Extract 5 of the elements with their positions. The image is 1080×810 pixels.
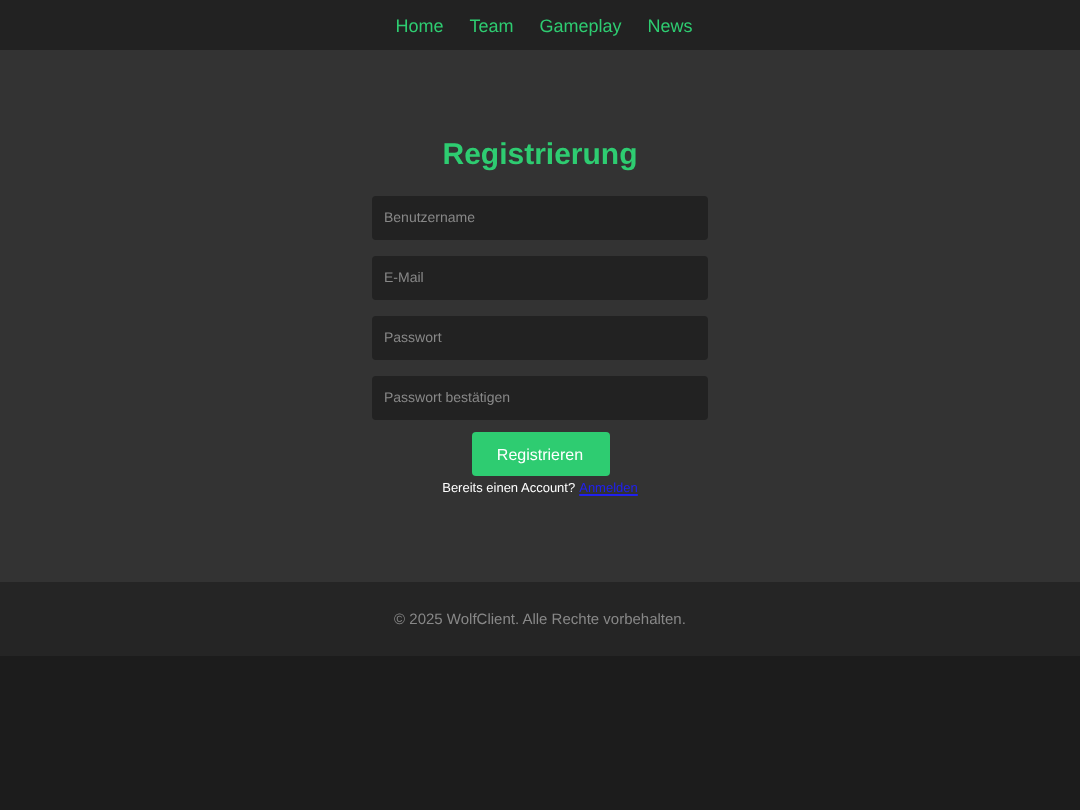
nav-link[interactable]: Gameplay (539, 15, 622, 35)
nav-link[interactable]: Home (395, 15, 444, 35)
nav-link[interactable]: Team (469, 15, 514, 35)
form-title: Registrierung (442, 138, 638, 172)
nav-link[interactable]: News (647, 15, 693, 35)
